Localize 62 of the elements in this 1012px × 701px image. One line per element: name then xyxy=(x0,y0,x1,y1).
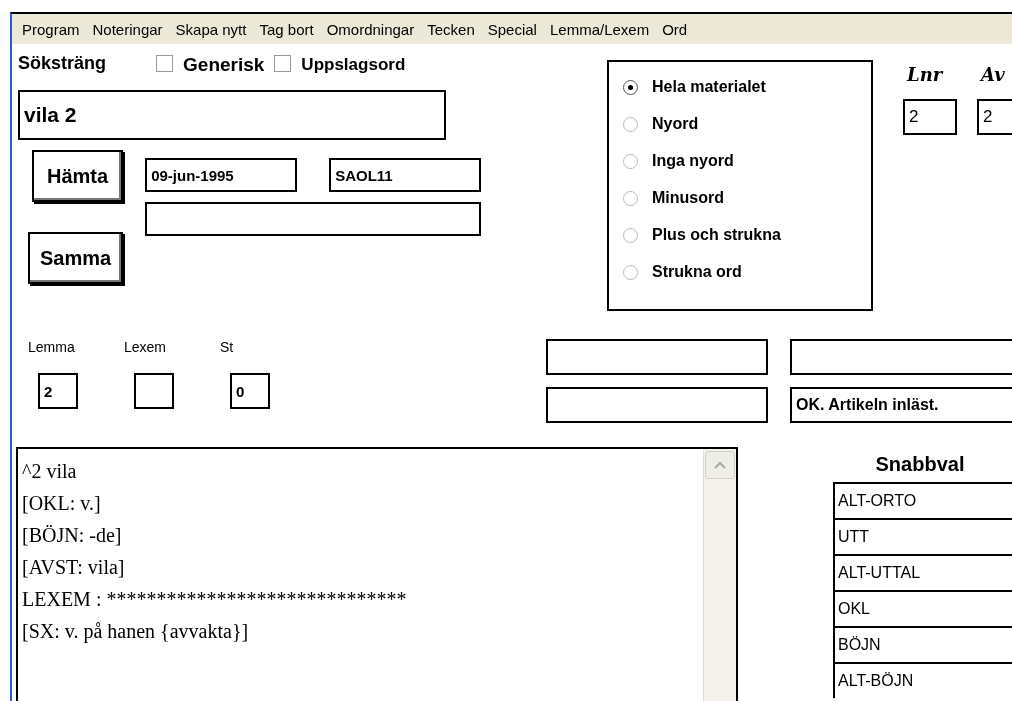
number-field[interactable] xyxy=(134,373,174,409)
article-line: [OKL: v.] xyxy=(22,491,102,516)
search-field[interactable]: vila 2 xyxy=(18,90,446,140)
input-field[interactable] xyxy=(790,339,1012,375)
radio-button[interactable] xyxy=(623,153,638,169)
fetch-button[interactable]: Hämta xyxy=(32,150,124,202)
source-field[interactable]: SAOL11 xyxy=(329,158,482,192)
date-field[interactable]: 09-jun-1995 xyxy=(145,158,298,192)
quick-choice-item[interactable]: ALT-ORTO xyxy=(833,482,1012,518)
menu-item[interactable]: Ord xyxy=(662,20,688,38)
checkbox[interactable] xyxy=(156,54,174,72)
article-line: [AVST: vila] xyxy=(22,555,126,580)
menu-item[interactable]: Tecken xyxy=(427,20,475,38)
radio-button[interactable] xyxy=(623,264,638,280)
radio-button[interactable] xyxy=(623,190,638,206)
quick-choice-item[interactable]: BÖJN xyxy=(833,626,1012,662)
status-field: OK. Artikeln inläst. xyxy=(790,387,1012,423)
same-button[interactable]: Samma xyxy=(28,232,124,284)
counter-field[interactable]: 2 xyxy=(977,99,1012,135)
quick-choice-item[interactable]: ALT-UTTAL xyxy=(833,554,1012,590)
number-label: Lemma xyxy=(28,339,75,355)
quick-choice-item[interactable]: OKL xyxy=(833,590,1012,626)
counter-label: Av xyxy=(978,64,1006,85)
radio-label: Inga nyord xyxy=(652,152,734,170)
quick-choice-item[interactable]: ALT-BÖJN xyxy=(833,662,1012,698)
radio-button[interactable] xyxy=(623,227,638,243)
quick-choice-title: Snabbval xyxy=(875,453,965,476)
checkbox-label: Generisk xyxy=(183,54,265,76)
search-label: Söksträng xyxy=(18,52,107,74)
scrollbar[interactable] xyxy=(703,449,736,701)
input-field[interactable] xyxy=(145,202,482,236)
counter-label: Lnr xyxy=(905,64,945,85)
checkbox[interactable] xyxy=(274,54,292,72)
menu-item[interactable]: Lemma/Lexem xyxy=(549,20,650,38)
radio-button[interactable] xyxy=(623,116,638,132)
menu-item[interactable]: Omordningar xyxy=(326,20,415,38)
menu-item[interactable]: Skapa nytt xyxy=(175,20,247,38)
number-field[interactable]: 2 xyxy=(38,373,78,409)
scroll-up-icon[interactable] xyxy=(705,451,735,479)
radio-label: Minusord xyxy=(652,189,724,207)
menu-item[interactable]: Noteringar xyxy=(92,20,163,38)
number-label: Lexem xyxy=(124,339,167,355)
counter-field[interactable]: 2 xyxy=(903,99,957,135)
number-field[interactable]: 0 xyxy=(230,373,270,409)
checkbox-label: Uppslagsord xyxy=(301,55,406,75)
article-line: [BÖJN: -de] xyxy=(22,523,123,548)
input-field[interactable] xyxy=(546,387,768,423)
article-line: [SX: v. på hanen {avvakta}] xyxy=(22,619,250,645)
menu-item[interactable]: Special xyxy=(487,20,537,38)
article-line: ^2 vila xyxy=(22,459,78,484)
radio-label: Nyord xyxy=(652,115,699,133)
radio-label: Strukna ord xyxy=(652,263,742,281)
radio-label: Hela materialet xyxy=(652,78,766,96)
menu-item[interactable]: Tag bort xyxy=(259,20,314,38)
article-line: LEXEM : ****************************** xyxy=(22,587,408,612)
quick-choice-item[interactable]: UTT xyxy=(833,518,1012,554)
radio-label: Plus och strukna xyxy=(652,226,781,244)
input-field[interactable] xyxy=(546,339,768,375)
article-text-area[interactable]: ^2 vila [OKL: v.] [BÖJN: -de] [AVST: vila] LEXEM : ****************************** [SX: v. på hanen {avvakta}] xyxy=(16,447,738,701)
menu-item[interactable]: Program xyxy=(22,20,80,38)
radio-button[interactable] xyxy=(623,79,638,95)
number-label: St xyxy=(220,339,234,355)
